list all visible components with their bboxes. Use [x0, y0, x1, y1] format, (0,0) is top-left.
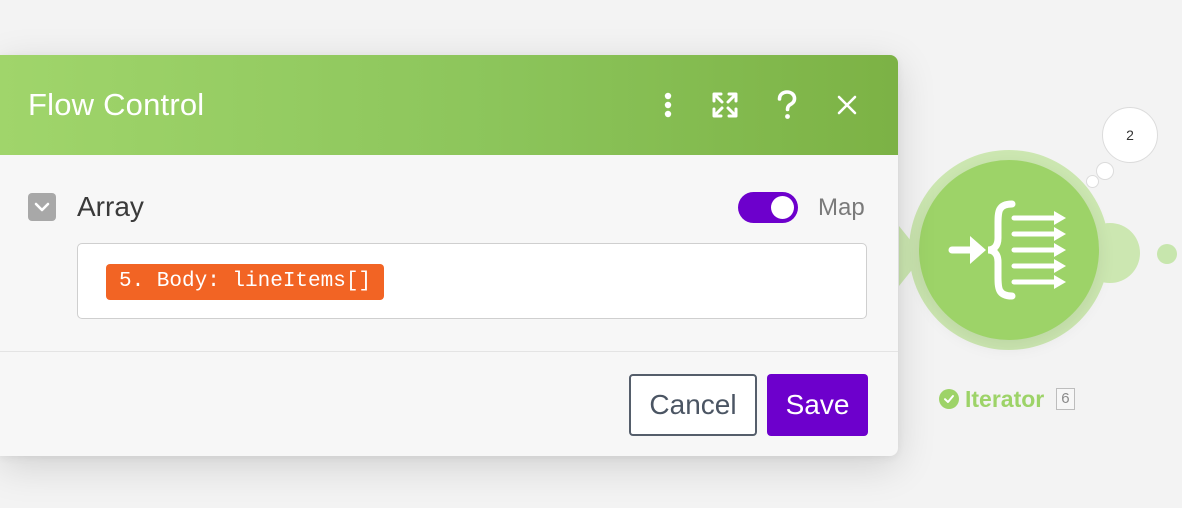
help-button[interactable]	[765, 83, 809, 127]
footer-divider	[0, 351, 898, 352]
field-label: Array	[77, 191, 144, 222]
more-vertical-icon	[664, 92, 672, 118]
close-button[interactable]	[825, 83, 869, 127]
bubble-dot-small	[1086, 175, 1099, 188]
check-circle-icon	[939, 389, 959, 409]
chevron-down-icon	[34, 202, 50, 212]
iterator-icon	[948, 200, 1066, 300]
expand-button[interactable]	[703, 83, 747, 127]
bubble-dot-medium	[1096, 162, 1114, 180]
array-mapping-input[interactable]: 5. Body: lineItems[]	[77, 243, 867, 319]
expand-icon	[712, 92, 738, 118]
operations-count: 2	[1126, 127, 1134, 143]
flow-control-dialog: Flow Control Array Map 5. Body: lineItem…	[0, 55, 898, 456]
close-icon	[837, 95, 857, 115]
more-options-button[interactable]	[646, 83, 690, 127]
iterator-module[interactable]: 2 Iterator 6	[895, 107, 1182, 430]
save-button[interactable]: Save	[767, 374, 868, 436]
map-label: Map	[818, 194, 865, 221]
array-field: Array Map 5. Body: lineItems[]	[0, 155, 898, 351]
help-icon	[777, 90, 797, 119]
toggle-knob	[771, 196, 794, 219]
cancel-button[interactable]: Cancel	[629, 374, 757, 436]
mapped-value-pill[interactable]: 5. Body: lineItems[]	[106, 264, 385, 300]
module-name: Iterator	[965, 386, 1045, 412]
add-module-connector[interactable]	[1157, 244, 1177, 264]
iterator-module-button[interactable]	[919, 160, 1099, 340]
dialog-header: Flow Control	[0, 55, 898, 155]
module-status: Iterator 6	[939, 385, 1075, 413]
map-toggle[interactable]	[738, 192, 798, 223]
dialog-title: Flow Control	[28, 87, 205, 122]
operations-count-bubble[interactable]: 2	[1102, 107, 1158, 163]
module-id-badge: 6	[1056, 388, 1075, 410]
collapse-field-button[interactable]	[28, 193, 56, 221]
